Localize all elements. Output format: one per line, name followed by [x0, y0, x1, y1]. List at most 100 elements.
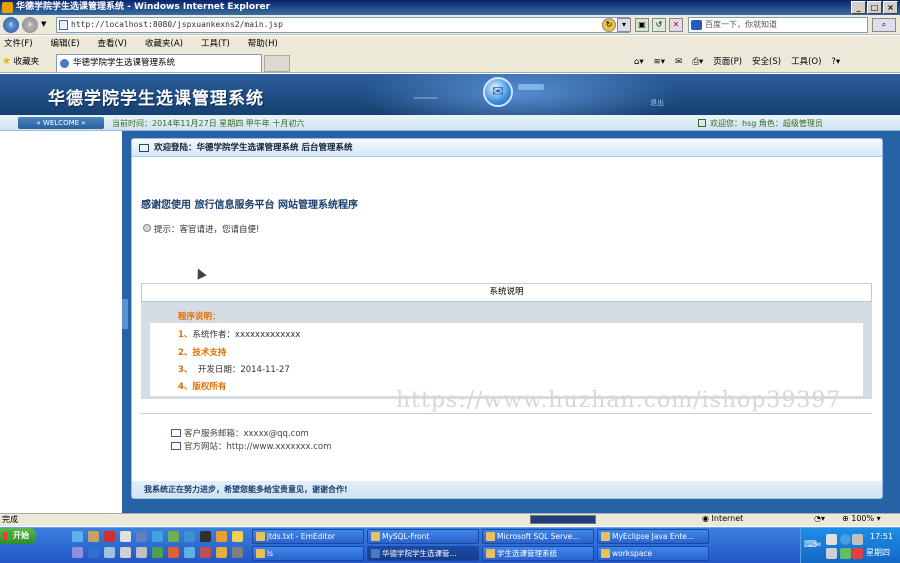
- divider: [141, 413, 872, 414]
- quicklaunch-icon[interactable]: [232, 531, 243, 542]
- menu-tools[interactable]: 工具(T): [201, 36, 230, 52]
- taskbar-item[interactable]: MyEclipse Java Ente...: [597, 529, 709, 544]
- browser-tab[interactable]: 华德学院学生选课管理系统: [56, 54, 262, 72]
- favorites-button[interactable]: ★ 收藏夹: [2, 55, 39, 69]
- volume-icon[interactable]: [852, 534, 863, 545]
- status-text: 完成: [2, 515, 18, 524]
- ie-icon: [2, 2, 13, 13]
- quicklaunch-icon[interactable]: [200, 531, 211, 542]
- maximize-button[interactable]: □: [867, 1, 882, 14]
- network-icon[interactable]: [840, 534, 851, 545]
- zoom-level[interactable]: ⊕ 100% ▾: [842, 514, 881, 523]
- quicklaunch-icon[interactable]: [136, 531, 147, 542]
- taskbar-item[interactable]: MySQL-Front: [367, 529, 479, 544]
- envelope-icon: [171, 429, 181, 437]
- official-website: 官方网站：http://www.xxxxxxx.com: [171, 440, 331, 452]
- help-icon[interactable]: ?▾: [831, 55, 840, 69]
- command-bar: ⌂▾ ≋▾ ✉ ⎙▾ 页面(P) 安全(S) 工具(O) ?▾: [634, 55, 840, 69]
- search-input[interactable]: 百度一下，你就知道: [688, 17, 868, 33]
- quicklaunch-icon[interactable]: [232, 547, 243, 558]
- banner-decoration: [414, 97, 438, 99]
- new-tab-button[interactable]: [264, 55, 290, 72]
- tab-page-icon: [60, 59, 69, 68]
- taskbar-item[interactable]: jtds.txt - EmEditor: [252, 529, 364, 544]
- tray-expand-icon[interactable]: «: [816, 540, 822, 550]
- quicklaunch-icon[interactable]: [104, 547, 115, 558]
- baidu-icon: [691, 20, 702, 30]
- print-icon[interactable]: ⎙▾: [692, 55, 703, 69]
- security-zone[interactable]: ◉ Internet: [702, 514, 743, 523]
- footer-message: 我系统正在努力进步，希望您能多给宝贵意见，谢谢合作!: [132, 481, 882, 498]
- home-icon[interactable]: ⌂▾: [634, 55, 644, 69]
- taskbar-item-active[interactable]: 华德学院学生选课管...: [367, 546, 479, 561]
- quicklaunch-icon[interactable]: [216, 547, 227, 558]
- quicklaunch-icon[interactable]: [152, 531, 163, 542]
- taskbar-item[interactable]: ls: [252, 546, 364, 561]
- cmd-safety[interactable]: 安全(S): [752, 55, 781, 69]
- back-icon[interactable]: ‹: [3, 17, 19, 33]
- quicklaunch-icon[interactable]: [72, 547, 83, 558]
- user-icon: [698, 119, 706, 127]
- taskbar-item[interactable]: Microsoft SQL Serve...: [482, 529, 594, 544]
- banner-decoration-bar: [518, 84, 544, 90]
- stop-icon[interactable]: ✕: [669, 18, 683, 32]
- minimize-button[interactable]: _: [851, 1, 866, 14]
- quicklaunch-icon[interactable]: [88, 531, 99, 542]
- forward-icon[interactable]: ›: [22, 17, 38, 33]
- watermark-text: https://www.huzhan.com/ishop39397: [396, 388, 842, 413]
- quicklaunch-icon[interactable]: [200, 547, 211, 558]
- protected-mode-icon[interactable]: ◔▾: [814, 514, 825, 523]
- menu-edit[interactable]: 编辑(E): [51, 36, 80, 52]
- quicklaunch-icon[interactable]: [120, 531, 131, 542]
- banner-mail-icon[interactable]: ✉: [483, 77, 513, 107]
- quicklaunch-icon[interactable]: [104, 531, 115, 542]
- current-time: 当前时间：2014年11月27日 星期四 甲午年 十月初六: [112, 119, 305, 128]
- quicklaunch-icon[interactable]: [168, 547, 179, 558]
- cmd-tools[interactable]: 工具(O): [791, 55, 821, 69]
- window-title: 华德学院学生选课管理系统 - Windows Internet Explorer: [16, 2, 271, 12]
- tray-icon[interactable]: [840, 548, 851, 559]
- quicklaunch-icon[interactable]: [72, 531, 83, 542]
- quicklaunch-icon[interactable]: [136, 547, 147, 558]
- section-title: 系统说明: [141, 283, 872, 302]
- quicklaunch-icon[interactable]: [184, 547, 195, 558]
- quicklaunch-icon[interactable]: [216, 531, 227, 542]
- taskbar-item[interactable]: workspace: [597, 546, 709, 561]
- user-info: 欢迎您：hsg 角色：超级管理员: [698, 118, 823, 129]
- window-title-bar: 华德学院学生选课管理系统 - Windows Internet Explorer…: [0, 0, 900, 15]
- quicklaunch-icon[interactable]: [184, 531, 195, 542]
- compat-view-icon[interactable]: ↻: [602, 18, 616, 32]
- address-input[interactable]: http://localhost:8080/jspxuankexns2/main…: [56, 17, 630, 33]
- rss-icon[interactable]: ≋▾: [654, 55, 665, 69]
- history-dropdown-icon[interactable]: ▼: [41, 20, 46, 28]
- progress-bar: [530, 515, 596, 524]
- tray-icon[interactable]: [826, 534, 837, 545]
- quicklaunch-icon[interactable]: [152, 547, 163, 558]
- tray-icon[interactable]: [852, 548, 863, 559]
- menu-view[interactable]: 查看(V): [98, 36, 127, 52]
- search-button-icon[interactable]: ⌕: [872, 18, 896, 32]
- menu-file[interactable]: 文件(F): [4, 36, 33, 52]
- menu-help[interactable]: 帮助(H): [248, 36, 278, 52]
- refresh-icon[interactable]: ↺: [652, 18, 666, 32]
- page-save-icon[interactable]: ▣: [635, 18, 649, 32]
- tip-text: 提示：客官请进，您请自便!: [143, 223, 259, 235]
- clock[interactable]: 17:51: [870, 532, 893, 541]
- taskbar-item[interactable]: 学生选课管理系统: [482, 546, 594, 561]
- list-item: 4、版权所有: [178, 382, 227, 392]
- start-button[interactable]: 开始: [0, 528, 36, 544]
- menu-favorites[interactable]: 收藏夹(A): [145, 36, 183, 52]
- logout-link[interactable]: 退出: [650, 98, 664, 108]
- program-title: 程序说明：: [178, 312, 221, 322]
- tray-icon[interactable]: [826, 548, 837, 559]
- cmd-page[interactable]: 页面(P): [713, 55, 742, 69]
- address-dropdown-icon[interactable]: ▾: [617, 18, 631, 32]
- quicklaunch-icon[interactable]: [120, 547, 131, 558]
- quicklaunch-icon[interactable]: [168, 531, 179, 542]
- quicklaunch-icon[interactable]: [88, 547, 99, 558]
- close-button[interactable]: ×: [883, 1, 898, 14]
- window-icon: [139, 144, 149, 152]
- site-title: 华德学院学生选课管理系统: [48, 89, 264, 109]
- thanks-text: 感谢您使用 旅行信息服务平台 网站管理系统程序: [141, 200, 358, 211]
- mail-icon[interactable]: ✉: [675, 55, 682, 69]
